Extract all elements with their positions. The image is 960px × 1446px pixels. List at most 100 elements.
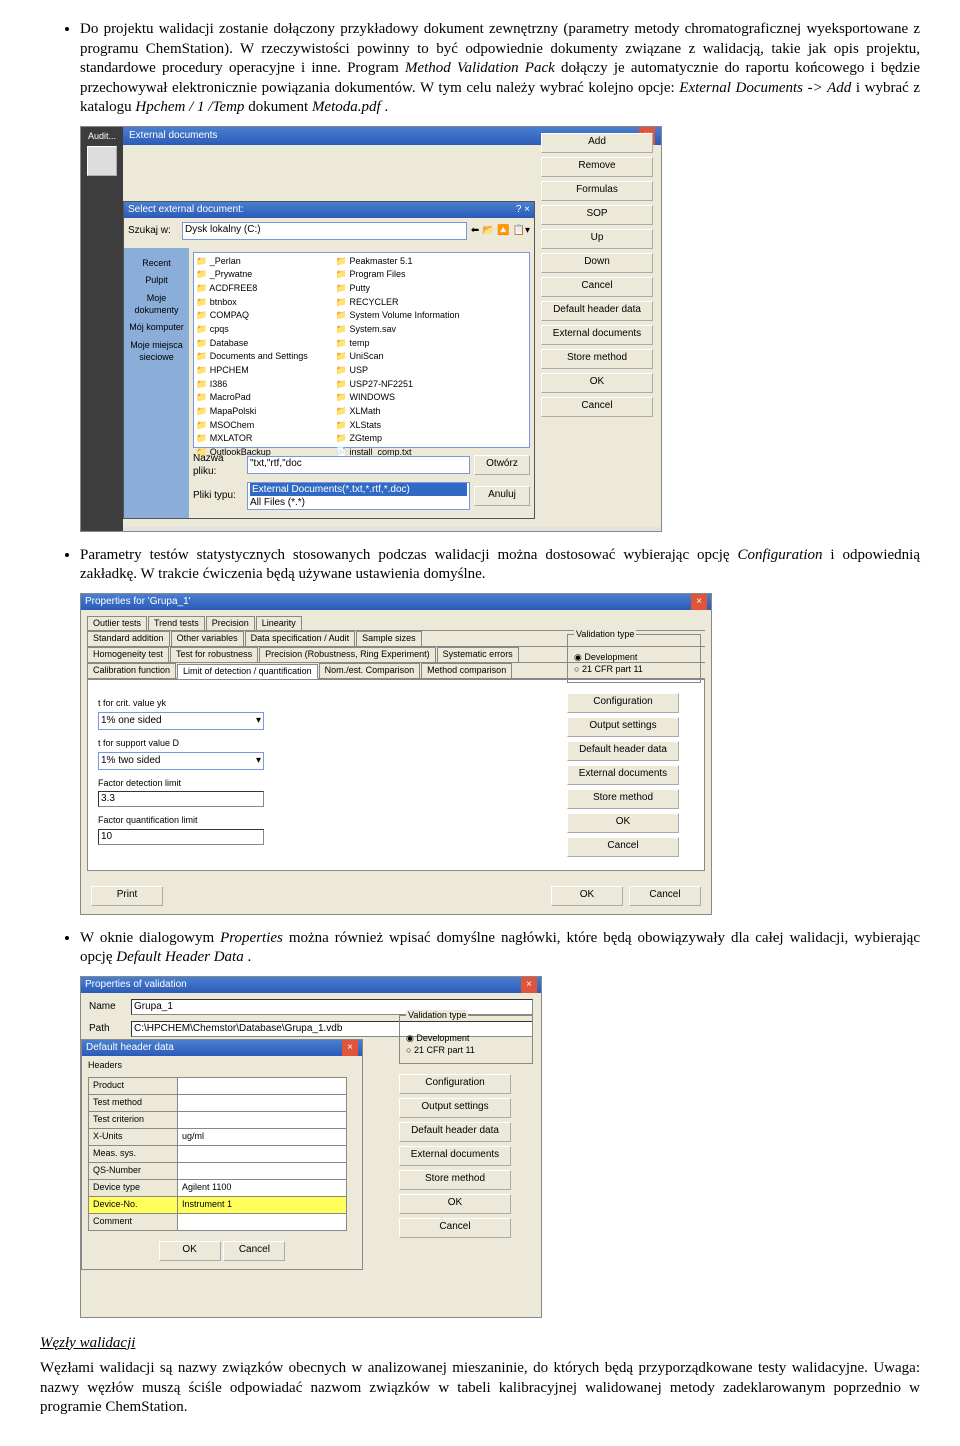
file-item[interactable]: HPCHEM <box>196 365 308 377</box>
place-item[interactable]: Recent <box>124 258 189 270</box>
button-default-header-data[interactable]: Default header data <box>567 741 679 761</box>
file-item[interactable]: temp <box>336 338 460 350</box>
file-item[interactable]: WINDOWS <box>336 392 460 404</box>
file-item[interactable]: MapaPolski <box>196 406 308 418</box>
button-remove[interactable]: Remove <box>541 157 653 177</box>
button-default-header-data[interactable]: Default header data <box>399 1122 511 1142</box>
button-external-documents[interactable]: External documents <box>399 1146 511 1166</box>
tab-calibration-function[interactable]: Calibration function <box>87 663 176 679</box>
radio-cfr[interactable]: 21 CFR part 11 <box>406 1045 526 1057</box>
button-configuration[interactable]: Configuration <box>567 693 679 713</box>
tab-precision-robustness-ring-experiment-[interactable]: Precision (Robustness, Ring Experiment) <box>259 647 436 662</box>
tab-method-comparison[interactable]: Method comparison <box>421 663 512 679</box>
file-item[interactable]: RECYCLER <box>336 297 460 309</box>
tab-systematic-errors[interactable]: Systematic errors <box>437 647 519 662</box>
ok-button[interactable]: OK <box>551 886 623 906</box>
file-item[interactable]: MacroPad <box>196 392 308 404</box>
tab-test-for-robustness[interactable]: Test for robustness <box>170 647 258 662</box>
button-cancel[interactable]: Cancel <box>541 277 653 297</box>
button-formulas[interactable]: Formulas <box>541 181 653 201</box>
button-ok[interactable]: OK <box>541 373 653 393</box>
place-item[interactable]: Moje dokumenty <box>124 293 189 316</box>
file-item[interactable]: XLMath <box>336 406 460 418</box>
radio-development[interactable]: Development <box>574 652 694 664</box>
button-store-method[interactable]: Store method <box>399 1170 511 1190</box>
header-value[interactable]: Instrument 1 <box>178 1197 347 1214</box>
button-add[interactable]: Add <box>541 133 653 153</box>
file-item[interactable]: I386 <box>196 379 308 391</box>
file-item[interactable]: MXLATOR <box>196 433 308 445</box>
file-item[interactable]: _Prywatne <box>196 269 308 281</box>
tab-other-variables[interactable]: Other variables <box>171 631 244 646</box>
print-icon[interactable] <box>87 146 117 176</box>
button-down[interactable]: Down <box>541 253 653 273</box>
open-button[interactable]: Otwórz <box>474 455 530 475</box>
file-listing[interactable]: _Perlan_PrywatneACDFREE8btnboxCOMPAQcpqs… <box>193 252 530 448</box>
file-item[interactable]: ACDFREE8 <box>196 283 308 295</box>
close-icon[interactable]: × <box>521 977 537 993</box>
file-item[interactable]: ZGtemp <box>336 433 460 445</box>
name-input[interactable] <box>131 999 533 1015</box>
dropdown[interactable]: 1% one sided▾ <box>98 712 264 730</box>
tab-sample-sizes[interactable]: Sample sizes <box>356 631 422 646</box>
header-value[interactable] <box>178 1163 347 1180</box>
button-cancel[interactable]: Cancel <box>399 1218 511 1238</box>
header-value[interactable] <box>178 1112 347 1129</box>
header-value[interactable]: Agilent 1100 <box>178 1180 347 1197</box>
text-input[interactable]: 3.3 <box>98 791 264 807</box>
tab-outlier-tests[interactable]: Outlier tests <box>87 616 147 631</box>
file-item[interactable]: UniScan <box>336 351 460 363</box>
file-item[interactable]: COMPAQ <box>196 310 308 322</box>
place-item[interactable]: Mój komputer <box>124 322 189 334</box>
ok-button[interactable]: OK <box>159 1241 221 1261</box>
file-item[interactable]: System Volume Information <box>336 310 460 322</box>
header-value[interactable] <box>178 1214 347 1231</box>
tab-nom-est-comparison[interactable]: Nom./est. Comparison <box>319 663 421 679</box>
file-item[interactable]: Peakmaster 5.1 <box>336 256 460 268</box>
tab-standard-addition[interactable]: Standard addition <box>87 631 170 646</box>
file-item[interactable]: MSOChem <box>196 420 308 432</box>
button-ok[interactable]: OK <box>399 1194 511 1214</box>
button-store-method[interactable]: Store method <box>541 349 653 369</box>
tab-homogeneity-test[interactable]: Homogeneity test <box>87 647 169 662</box>
button-sop[interactable]: SOP <box>541 205 653 225</box>
radio-development[interactable]: Development <box>406 1033 526 1045</box>
button-cancel[interactable]: Cancel <box>541 397 653 417</box>
header-value[interactable] <box>178 1146 347 1163</box>
button-external-documents[interactable]: External documents <box>567 765 679 785</box>
tab-linearity[interactable]: Linearity <box>256 616 302 631</box>
file-item[interactable]: Database <box>196 338 308 350</box>
button-default-header-data[interactable]: Default header data <box>541 301 653 321</box>
button-cancel[interactable]: Cancel <box>567 837 679 857</box>
text-input[interactable]: 10 <box>98 829 264 845</box>
header-value[interactable] <box>178 1095 347 1112</box>
file-item[interactable]: USP <box>336 365 460 377</box>
radio-cfr[interactable]: 21 CFR part 11 <box>574 664 694 676</box>
tab-trend-tests[interactable]: Trend tests <box>148 616 205 631</box>
button-ok[interactable]: OK <box>567 813 679 833</box>
place-item[interactable]: Moje miejsca sieciowe <box>124 340 189 363</box>
dropdown[interactable]: 1% two sided▾ <box>98 752 264 770</box>
button-output-settings[interactable]: Output settings <box>567 717 679 737</box>
cancel-button[interactable]: Cancel <box>629 886 701 906</box>
file-item[interactable]: XLStats <box>336 420 460 432</box>
file-item[interactable]: Putty <box>336 283 460 295</box>
file-item[interactable]: _Perlan <box>196 256 308 268</box>
close-icon[interactable]: × <box>342 1040 358 1056</box>
tab-limit-of-detection-quantification[interactable]: Limit of detection / quantification <box>177 664 318 680</box>
button-store-method[interactable]: Store method <box>567 789 679 809</box>
header-value[interactable] <box>178 1078 347 1095</box>
file-item[interactable]: USP27-NF2251 <box>336 379 460 391</box>
file-item[interactable]: btnbox <box>196 297 308 309</box>
close-icon[interactable]: × <box>691 594 707 610</box>
button-up[interactable]: Up <box>541 229 653 249</box>
filename-input[interactable]: "txt,"rtf,"doc <box>247 456 470 474</box>
tab-data-specification-audit[interactable]: Data specification / Audit <box>245 631 356 646</box>
print-button[interactable]: Print <box>91 886 163 906</box>
nav-icons[interactable]: ⬅ 📂 🔼 📋▾ <box>471 224 530 237</box>
headers-table[interactable]: ProductTest methodTest criterionX-Unitsu… <box>88 1077 347 1231</box>
cancel-button[interactable]: Cancel <box>223 1241 285 1261</box>
close-icon[interactable]: ? × <box>516 202 530 218</box>
file-item[interactable]: System.sav <box>336 324 460 336</box>
filetype-select[interactable]: External Documents(*.txt,*.rtf,*.doc) Al… <box>247 482 470 510</box>
